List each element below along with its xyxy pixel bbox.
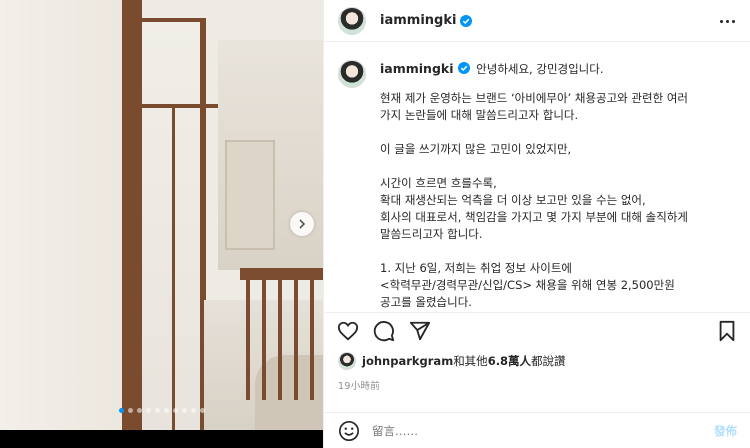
like-button[interactable] (336, 319, 360, 343)
caption-paragraph: 시간이 흐르면 흐를수록, 확대 재생산되는 억측을 더 이상 보고만 있을 수… (380, 176, 688, 241)
slide-dot (163, 408, 169, 413)
slide-dot (145, 408, 151, 413)
caption: iammingki 안녕하세요, 강민경입니다. 현재 제가 운영하는 브랜드 … (380, 60, 688, 312)
comment-bar: 發佈 (324, 412, 750, 448)
slide-dot (136, 408, 142, 413)
comment-icon (373, 320, 395, 341)
likes-middle: 和其他 (453, 354, 488, 368)
likes-summary[interactable]: johnparkgram和其他6.8萬人都說讚 (338, 352, 566, 370)
emoji-icon[interactable] (338, 420, 360, 442)
share-icon (409, 321, 431, 340)
save-button[interactable] (715, 319, 739, 343)
post-sidebar: iammingki iammingki 안녕하세요, 강민경입니다. 현재 제가… (323, 0, 750, 448)
photo-frame-top (142, 18, 204, 22)
bookmark-icon (719, 320, 735, 341)
post-timestamp[interactable]: 19小時前 (338, 378, 380, 392)
heart-icon (337, 321, 359, 340)
verified-icon (460, 14, 473, 27)
avatar[interactable] (338, 60, 366, 88)
likes-user[interactable]: johnparkgram (362, 354, 453, 368)
photo-baluster (294, 280, 298, 400)
photo-frame-mullion (172, 108, 175, 430)
slide-indicator (0, 408, 323, 413)
post-media[interactable] (0, 0, 323, 448)
share-button[interactable] (408, 319, 432, 343)
photo-baluster (246, 280, 250, 400)
photo-wall (0, 0, 122, 430)
photo-baluster (310, 280, 314, 400)
likes-count[interactable]: 6.8萬人 (488, 354, 531, 368)
post-comment-button[interactable]: 發佈 (714, 423, 737, 439)
avatar[interactable] (338, 6, 366, 35)
post-photo (0, 0, 323, 430)
verified-icon (457, 62, 470, 74)
likes-suffix: 都說讚 (531, 354, 566, 368)
photo-baluster (262, 280, 266, 400)
action-bar (324, 312, 750, 348)
photo-baluster (278, 280, 282, 400)
caption-greeting: 안녕하세요, 강민경입니다. (476, 62, 604, 76)
more-options-icon[interactable] (717, 12, 737, 30)
caption-paragraph: 이 글을 쓰기까지 많은 고민이 있었지만, (380, 142, 572, 156)
slide-dot (199, 408, 205, 413)
post-header: iammingki (324, 0, 750, 42)
caption-paragraph: 현재 제가 운영하는 브랜드 ‘아비에무아’ 채용공고와 관련한 여러 가지 논… (380, 91, 688, 122)
slide-dot (127, 408, 133, 413)
caption-area: iammingki 안녕하세요, 강민경입니다. 현재 제가 운영하는 브랜드 … (324, 42, 750, 312)
photo-door (225, 140, 275, 250)
next-slide-button[interactable] (290, 212, 314, 236)
photo-door-frame (122, 0, 142, 430)
slide-dot (181, 408, 187, 413)
photo-handrail (240, 268, 323, 280)
slide-dot (172, 408, 178, 413)
slide-dot (190, 408, 196, 413)
instagram-post-dialog: iammingki iammingki 안녕하세요, 강민경입니다. 현재 제가… (0, 0, 750, 448)
chevron-right-icon (299, 219, 306, 229)
header-username[interactable]: iammingki (380, 13, 456, 28)
comment-button[interactable] (372, 319, 396, 343)
caption-paragraph: 1. 지난 6일, 저희는 취업 정보 사이트에 <학력무관/경력무관/신입/C… (380, 261, 675, 309)
comment-input[interactable] (372, 423, 672, 438)
caption-username[interactable]: iammingki (380, 61, 454, 76)
avatar (338, 352, 356, 370)
slide-dot (118, 408, 124, 413)
slide-dot (154, 408, 160, 413)
